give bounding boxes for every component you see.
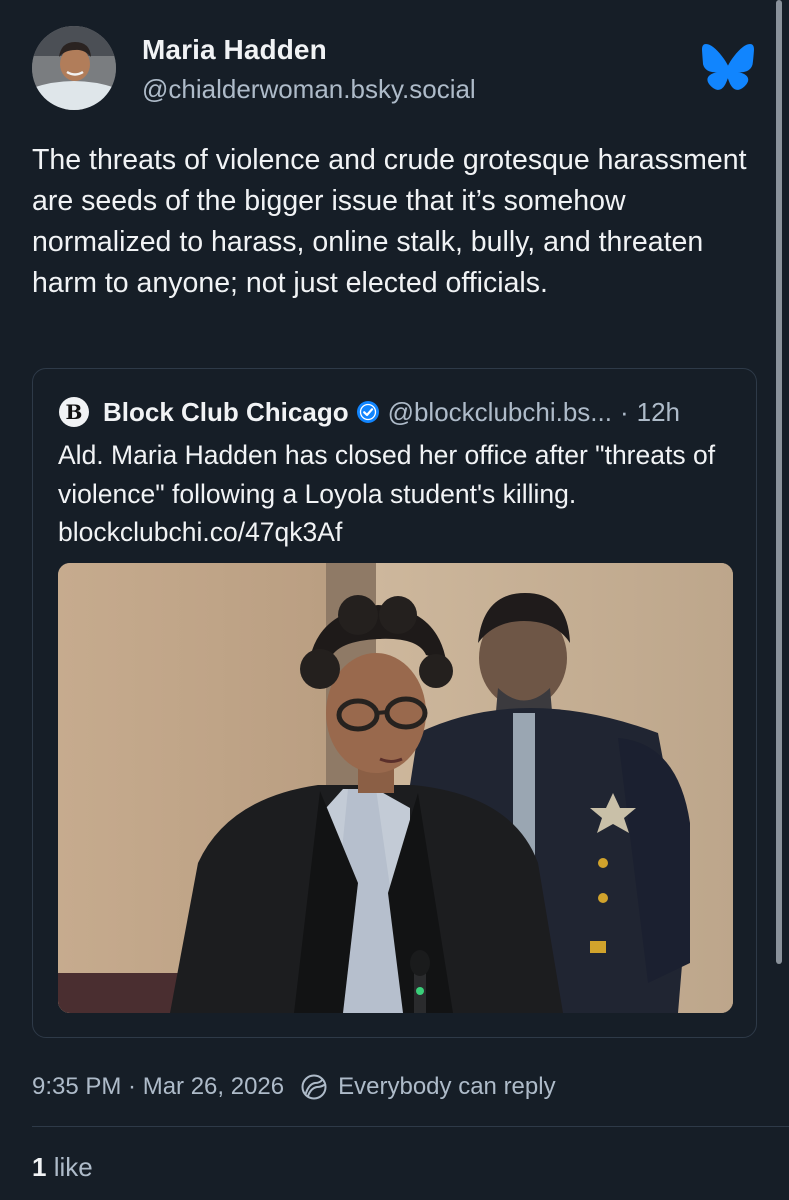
bluesky-butterfly-icon[interactable] [702,44,754,90]
likes-label: like [53,1152,93,1182]
separator-dot: · [619,396,629,427]
likes-count: 1 [32,1152,47,1182]
divider [32,1126,789,1127]
author-avatar[interactable] [32,26,116,110]
post-meta-row: 9:35 PM · Mar 26, 2026 Everybody can rep… [32,1070,556,1104]
scrollbar[interactable] [776,0,782,964]
author-handle[interactable]: @chialderwoman.bsky.social [142,74,476,105]
quoted-author-handle[interactable]: @blockclubchi.bs... [388,397,612,428]
quoted-post-time[interactable]: 12h [637,397,680,428]
post-view: Maria Hadden @chialderwoman.bsky.social … [0,0,789,1200]
quoted-post-card[interactable]: B Block Club Chicago @blockclubchi.bs...… [32,368,757,1038]
quoted-post-image[interactable] [58,563,733,1013]
quoted-author-avatar[interactable]: B [59,397,89,427]
reply-setting-label[interactable]: Everybody can reply [338,1073,555,1101]
reply-settings-icon[interactable] [300,1073,328,1101]
quoted-post-text: Ald. Maria Hadden has closed her office … [58,440,716,547]
post-text: The threats of violence and crude grotes… [32,144,747,299]
news-photo [58,563,733,1013]
quoted-author-name[interactable]: Block Club Chicago [103,397,349,428]
author-name[interactable]: Maria Hadden [142,34,327,66]
post-timestamp[interactable]: 9:35 PM · Mar 26, 2026 [32,1073,284,1101]
likes-row[interactable]: 1 like [32,1152,93,1183]
quoted-post-header: Block Club Chicago @blockclubchi.bs... ·… [103,395,732,429]
avatar-photo [32,26,116,110]
verified-check-icon [356,401,379,423]
